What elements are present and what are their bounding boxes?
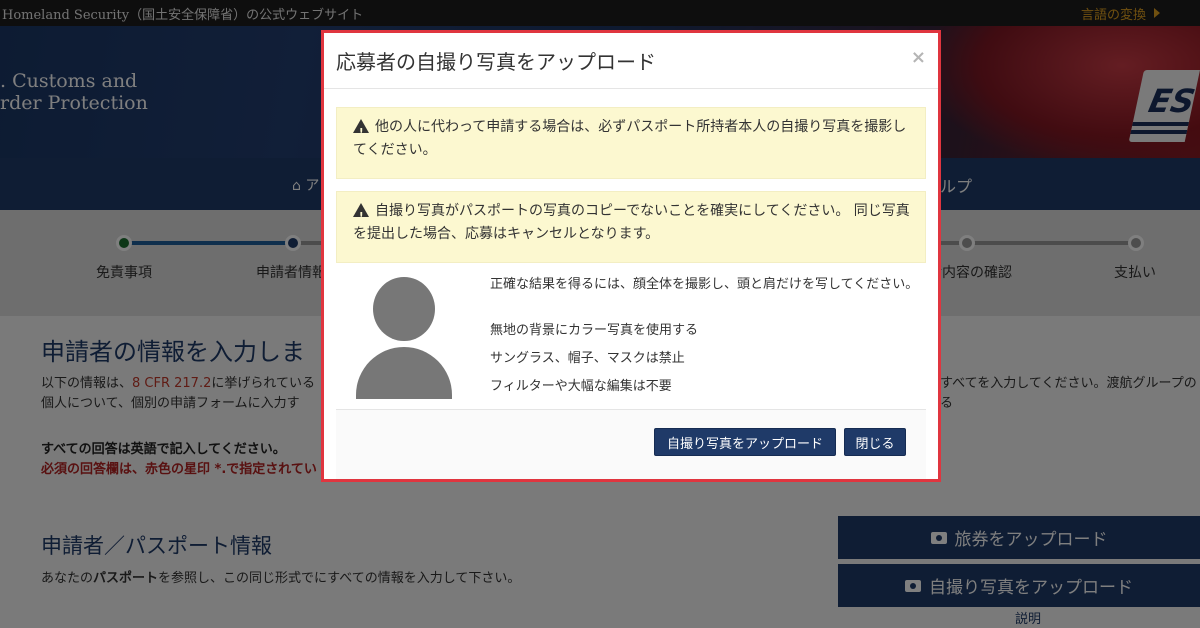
warning-alert-text: 自撮り写真がパスポートの写真のコピーでないことを確実にしてください。 同じ写真を… bbox=[353, 203, 910, 242]
photo-tip: 無地の背景にカラー写真を使用する bbox=[490, 323, 699, 338]
warning-alert-text: 他の人に代わって申請する場合は、必ずパスポート所持者本人の自撮り写真を撮影してく… bbox=[353, 119, 907, 158]
selfie-upload-modal: 応募者の自撮り写真をアップロード × 他の人に代わって申請する場合は、必ずパスポ… bbox=[324, 33, 938, 479]
close-button[interactable]: 閉じる bbox=[844, 428, 906, 456]
avatar-shoulders bbox=[356, 347, 452, 399]
avatar-placeholder-icon bbox=[354, 277, 454, 399]
warning-icon bbox=[353, 119, 369, 144]
modal-footer: 自撮り写真をアップロード 閉じる bbox=[336, 409, 926, 479]
warning-alert-proxy: 他の人に代わって申請する場合は、必ずパスポート所持者本人の自撮り写真を撮影してく… bbox=[336, 107, 926, 179]
modal-header: 応募者の自撮り写真をアップロード × bbox=[324, 33, 938, 89]
photo-tip: 正確な結果を得るには、顔全体を撮影し、頭と肩だけを写してください。 bbox=[490, 277, 919, 292]
modal-title: 応募者の自撮り写真をアップロード bbox=[336, 50, 656, 74]
upload-selfie-button[interactable]: 自撮り写真をアップロード bbox=[654, 428, 836, 456]
warning-icon bbox=[353, 203, 369, 228]
modal-highlight-frame: 応募者の自撮り写真をアップロード × 他の人に代わって申請する場合は、必ずパスポ… bbox=[321, 30, 941, 482]
photo-tip: サングラス、帽子、マスクは禁止 bbox=[490, 351, 685, 366]
photo-tip: フィルターや大幅な編集は不要 bbox=[490, 379, 672, 394]
warning-alert-copy: 自撮り写真がパスポートの写真のコピーでないことを確実にしてください。 同じ写真を… bbox=[336, 191, 926, 263]
avatar-head bbox=[373, 277, 435, 341]
close-icon[interactable]: × bbox=[911, 47, 926, 68]
